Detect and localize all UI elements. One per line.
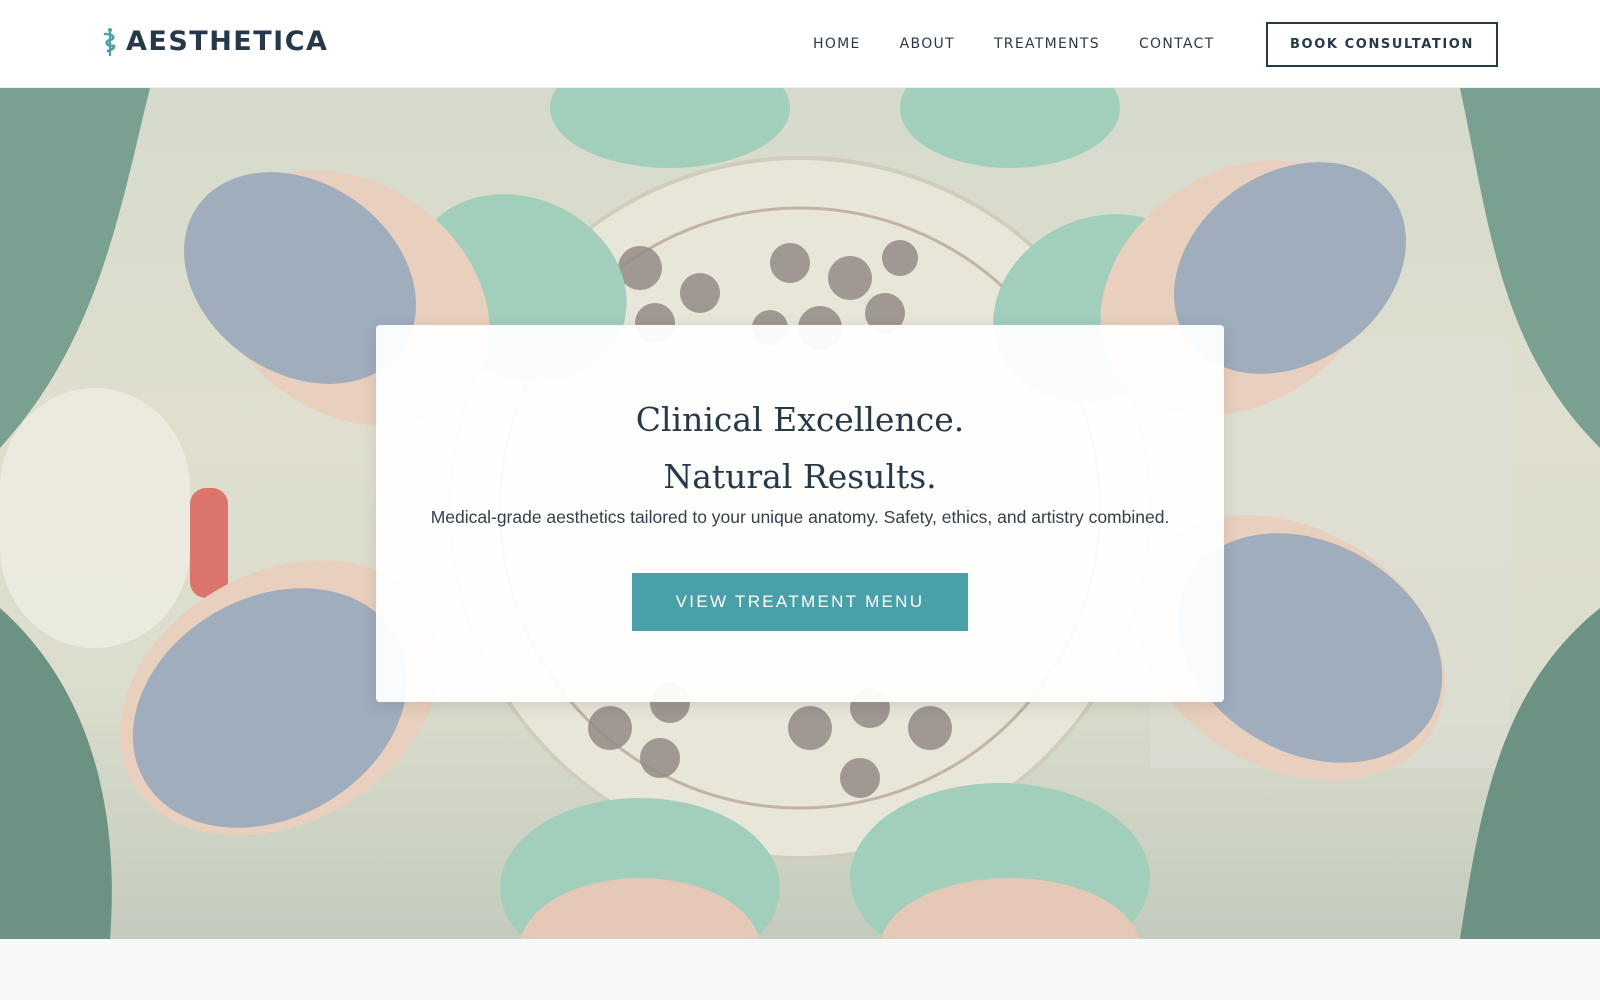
next-section <box>0 939 1600 1000</box>
caduceus-icon <box>103 27 116 56</box>
view-treatment-menu-button[interactable]: VIEW TREATMENT MENU <box>632 573 968 631</box>
hero-section: Clinical Excellence. Natural Results. Me… <box>0 88 1600 939</box>
hero-title-line-2: Natural Results. <box>663 457 937 496</box>
hero-card: Clinical Excellence. Natural Results. Me… <box>376 325 1224 702</box>
brand-logo[interactable]: AESTHETICA <box>102 26 328 57</box>
hero-title-line-1: Clinical Excellence. <box>635 400 965 439</box>
nav-about[interactable]: ABOUT <box>900 36 955 52</box>
nav-home[interactable]: HOME <box>813 36 861 52</box>
book-consultation-button[interactable]: BOOK CONSULTATION <box>1266 22 1498 67</box>
hero-subtitle: Medical-grade aesthetics tailored to you… <box>430 507 1170 527</box>
brand-name: AESTHETICA <box>126 26 329 57</box>
main-nav: HOME ABOUT TREATMENTS CONTACT <box>813 36 1214 52</box>
site-header: AESTHETICA HOME ABOUT TREATMENTS CONTACT… <box>0 0 1600 88</box>
nav-treatments[interactable]: TREATMENTS <box>994 36 1100 52</box>
hero-heading: Clinical Excellence. Natural Results. <box>376 391 1224 505</box>
nav-contact[interactable]: CONTACT <box>1139 36 1215 52</box>
